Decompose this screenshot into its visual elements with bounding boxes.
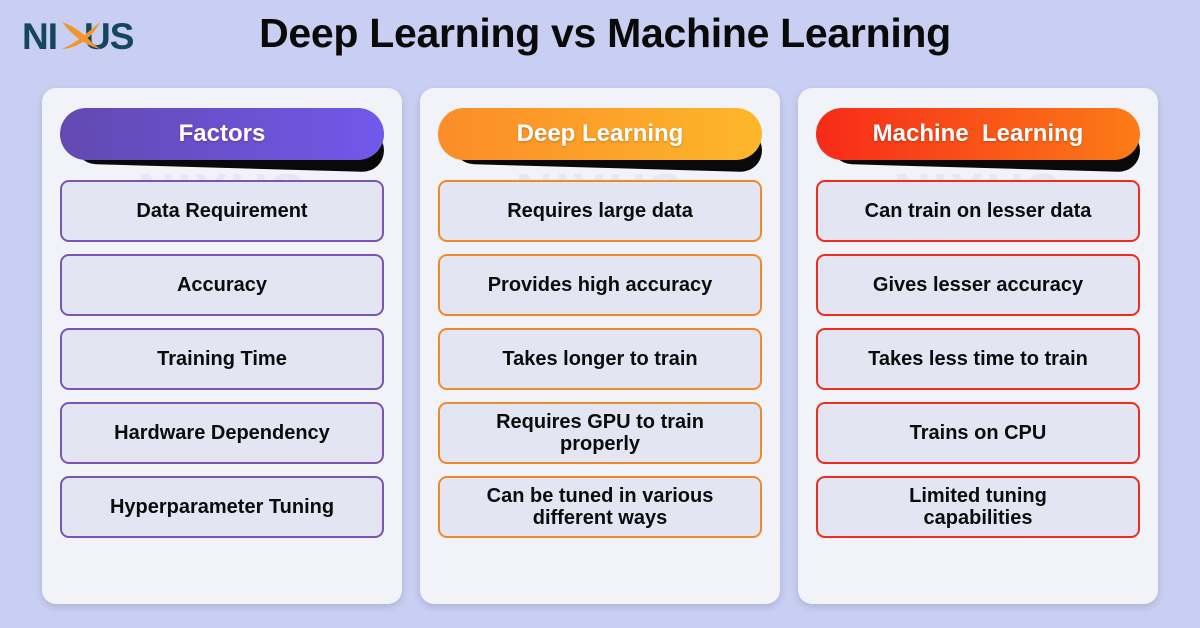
table-row: Data Requirement [60,180,384,242]
row-text-line1: Limited tuning [909,484,1047,507]
rows-factors: Data Requirement Accuracy Training Time … [60,180,384,538]
row-text: Can be tuned in various different ways [487,485,714,530]
row-text: Requires GPU to train properly [496,411,704,456]
row-text: Limited tuning capabilities [909,485,1047,530]
column-header-label-machine-learning: Machine Learning [816,108,1140,160]
table-row: Provides high accuracy [438,254,762,316]
row-text-line2: different ways [532,507,668,529]
row-text: Hyperparameter Tuning [109,495,335,518]
table-row: Requires GPU to train properly [438,402,762,464]
row-text: Provides high accuracy [487,273,713,296]
table-row: Takes longer to train [438,328,762,390]
svg-text:NI: NI [22,16,57,57]
table-row: Limited tuning capabilities [816,476,1140,538]
table-row: Hardware Dependency [60,402,384,464]
nixus-logo: NI US [22,12,172,62]
row-text: Gives lesser accuracy [872,273,1084,296]
row-text: Takes longer to train [502,347,698,370]
row-text-line2: properly [559,433,641,455]
column-header-label-deep-learning: Deep Learning [438,108,762,160]
table-row: Can be tuned in various different ways [438,476,762,538]
column-factors: NIXUS NIXUS Factors Data Requirement Acc… [42,88,402,604]
table-row: Trains on CPU [816,402,1140,464]
row-text: Trains on CPU [909,421,1047,444]
table-row: Takes less time to train [816,328,1140,390]
column-header-machine-learning: Machine Learning [816,108,1140,173]
row-text-line2: capabilities [923,507,1033,529]
column-machine-learning: NIXUS NIXUS Machine Learning Can train o… [798,88,1158,604]
column-deep-learning: NIXUS NIXUS Deep Learning Requires large… [420,88,780,604]
table-row: Can train on lesser data [816,180,1140,242]
row-text: Accuracy [176,273,268,296]
row-text: Hardware Dependency [114,421,330,444]
column-header-label-factors: Factors [60,108,384,160]
rows-deep-learning: Requires large data Provides high accura… [438,180,762,538]
row-text-line1: Can be tuned in various [486,484,714,507]
svg-text:US: US [84,16,134,57]
table-row: Gives lesser accuracy [816,254,1140,316]
row-text-line1: Requires GPU to train [496,410,704,433]
column-header-deep-learning: Deep Learning [438,108,762,173]
table-row: Requires large data [438,180,762,242]
table-row: Hyperparameter Tuning [60,476,384,538]
page-header: NI US Deep Learning vs Machine Learning [0,0,1200,78]
rows-machine-learning: Can train on lesser data Gives lesser ac… [816,180,1140,538]
row-text: Can train on lesser data [864,199,1092,222]
row-text: Data Requirement [136,199,308,222]
column-header-factors: Factors [60,108,384,173]
row-text: Training Time [157,347,287,370]
table-row: Accuracy [60,254,384,316]
row-text: Requires large data [507,199,693,222]
comparison-table: NIXUS NIXUS Factors Data Requirement Acc… [42,88,1158,604]
page-title: Deep Learning vs Machine Learning [259,10,951,56]
table-row: Training Time [60,328,384,390]
row-text: Takes less time to train [868,347,1088,370]
